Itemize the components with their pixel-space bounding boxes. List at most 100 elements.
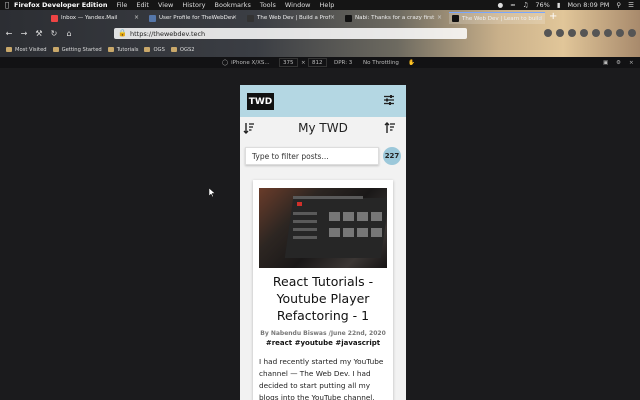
extension-icon[interactable]: [556, 29, 564, 37]
device-name: iPhone X/XS...: [231, 59, 270, 66]
tab-dev-post[interactable]: Nabi: Thanks for a crazy first ×: [342, 12, 445, 24]
site-header: TWD: [240, 85, 406, 117]
tab-build-profile[interactable]: The Web Dev | Build a Prof ×: [244, 12, 338, 24]
device-selector[interactable]: ◯ iPhone X/XS...: [222, 58, 270, 67]
bookmark-label: OGS: [153, 46, 165, 53]
post-card[interactable]: React Tutorials - Youtube Player Refacto…: [253, 180, 393, 400]
extension-icon[interactable]: [544, 29, 552, 37]
record-icon[interactable]: ●: [497, 1, 503, 9]
menu-bookmarks[interactable]: Bookmarks: [215, 1, 251, 9]
bookmark-tutorials[interactable]: Tutorials: [107, 46, 139, 53]
sort-bar: My TWD: [240, 117, 406, 141]
tab-label: User Profile for TheWebDev: [159, 15, 235, 21]
menu-view[interactable]: View: [158, 1, 173, 9]
tab-user-profile[interactable]: User Profile for TheWebDev ×: [146, 12, 240, 24]
close-icon[interactable]: ×: [437, 14, 442, 21]
mail-favicon-icon: [51, 14, 58, 22]
search-icon[interactable]: ⚲: [616, 1, 621, 9]
wifi-icon[interactable]: ≈: [510, 1, 515, 9]
menu-list-icon[interactable]: ☰: [628, 1, 634, 9]
thumbnail-tile: [371, 228, 382, 237]
navigation-toolbar: ← → ⚒ ↻ ⌂ 🔒 https://thewebdev.tech: [0, 27, 640, 41]
menu-app-name[interactable]: Firefox Developer Edition: [14, 1, 107, 9]
bookmark-most-visited[interactable]: Most Visited: [6, 47, 47, 53]
settings-icon[interactable]: ⚙: [616, 58, 621, 67]
extension-icon[interactable]: [568, 29, 576, 37]
menu-help[interactable]: Help: [320, 1, 335, 9]
post-tags[interactable]: #react #youtube #javascript: [257, 339, 389, 347]
filter-posts-input[interactable]: Type to filter posts...: [245, 147, 379, 165]
responsive-design-toolbar: ◯ iPhone X/XS... 375 × 812 DPR: 3 No Thr…: [0, 57, 640, 68]
post-count-badge: 227: [383, 147, 401, 165]
width-value: 375: [279, 58, 298, 67]
extension-icon[interactable]: [592, 29, 600, 37]
thumbnail-tile: [343, 212, 354, 221]
close-icon[interactable]: ×: [232, 14, 237, 21]
tab-label: Inbox — Yandex.Mail: [61, 15, 118, 21]
lock-icon[interactable]: 🔒: [118, 29, 127, 37]
reload-icon[interactable]: ↻: [48, 28, 60, 40]
extension-icon[interactable]: [628, 29, 636, 37]
extension-icon[interactable]: [616, 29, 624, 37]
close-icon[interactable]: ×: [134, 14, 139, 21]
settings-sliders-icon[interactable]: [383, 94, 395, 106]
thumbnail-bar: [293, 236, 317, 239]
menu-file[interactable]: File: [116, 1, 127, 9]
post-title[interactable]: React Tutorials - Youtube Player Refacto…: [257, 273, 389, 324]
bookmark-label: Tutorials: [116, 46, 139, 53]
battery-icon[interactable]: ▮: [557, 1, 561, 9]
menu-history[interactable]: History: [182, 1, 205, 9]
extension-icon[interactable]: [604, 29, 612, 37]
browser-chrome: Inbox — Yandex.Mail × User Profile for T…: [0, 10, 640, 57]
thumbnail-tile: [371, 212, 382, 221]
thumbnail-bar: [293, 212, 317, 215]
youtube-logo-icon: [297, 202, 302, 206]
thumbnail-bar: [293, 220, 317, 223]
sort-ascending-icon[interactable]: [384, 122, 396, 134]
volume-icon[interactable]: ♫: [523, 1, 529, 9]
close-icon[interactable]: ×: [330, 14, 335, 21]
rotate-icon[interactable]: ×: [301, 58, 306, 67]
new-tab-icon[interactable]: +: [549, 11, 557, 22]
thumbnail-tile: [329, 212, 340, 221]
menu-tools[interactable]: Tools: [260, 1, 276, 9]
menu-edit[interactable]: Edit: [136, 1, 149, 9]
battery-percent[interactable]: 76%: [535, 1, 549, 9]
clock[interactable]: Mon 8:09 PM: [567, 1, 609, 9]
folder-icon: [144, 47, 151, 52]
menu-window[interactable]: Window: [285, 1, 311, 9]
mobile-viewport: TWD My TWD Type to filter posts... 227 R…: [240, 85, 406, 400]
post-thumbnail[interactable]: [259, 188, 387, 268]
tab-yandex-mail[interactable]: Inbox — Yandex.Mail ×: [48, 12, 142, 24]
device-icon: ◯: [222, 59, 229, 66]
profile-favicon-icon: [149, 14, 156, 22]
folder-icon: [107, 47, 114, 52]
tab-label: The Web Dev | Build a Prof: [257, 15, 331, 21]
close-rdm-icon[interactable]: ×: [629, 58, 634, 67]
apple-icon[interactable]: : [0, 1, 14, 9]
throttle-selector[interactable]: No Throttling: [363, 58, 399, 67]
width-field[interactable]: 375: [279, 58, 298, 67]
mouse-cursor-icon: [209, 188, 215, 197]
height-field[interactable]: 812: [308, 58, 327, 67]
thumbnail-bar: [293, 228, 317, 231]
close-icon[interactable]: ×: [537, 15, 542, 22]
site-logo[interactable]: TWD: [247, 93, 274, 110]
tools-icon[interactable]: ⚒: [33, 28, 45, 40]
address-bar[interactable]: 🔒 https://thewebdev.tech: [114, 28, 467, 39]
extension-icon[interactable]: [580, 29, 588, 37]
dpr-selector[interactable]: DPR: 3: [334, 58, 352, 67]
bookmark-ogs2[interactable]: OGS2: [170, 47, 195, 53]
screenshot-icon[interactable]: ▣: [603, 58, 608, 67]
home-icon[interactable]: ⌂: [63, 28, 75, 40]
forward-icon[interactable]: →: [18, 28, 30, 40]
bookmark-getting-started[interactable]: Getting Started: [52, 47, 102, 53]
folder-icon: [170, 47, 177, 52]
bookmark-ogs[interactable]: OGS: [144, 46, 165, 53]
back-icon[interactable]: ←: [3, 28, 15, 40]
tab-learn-to-build[interactable]: The Web Dev | Learn to build ×: [449, 12, 545, 24]
thumbnail-tile: [357, 212, 368, 221]
thumbnail-tile: [343, 228, 354, 237]
thumbnail-tile: [329, 228, 340, 237]
touch-icon[interactable]: ✋: [408, 58, 415, 67]
